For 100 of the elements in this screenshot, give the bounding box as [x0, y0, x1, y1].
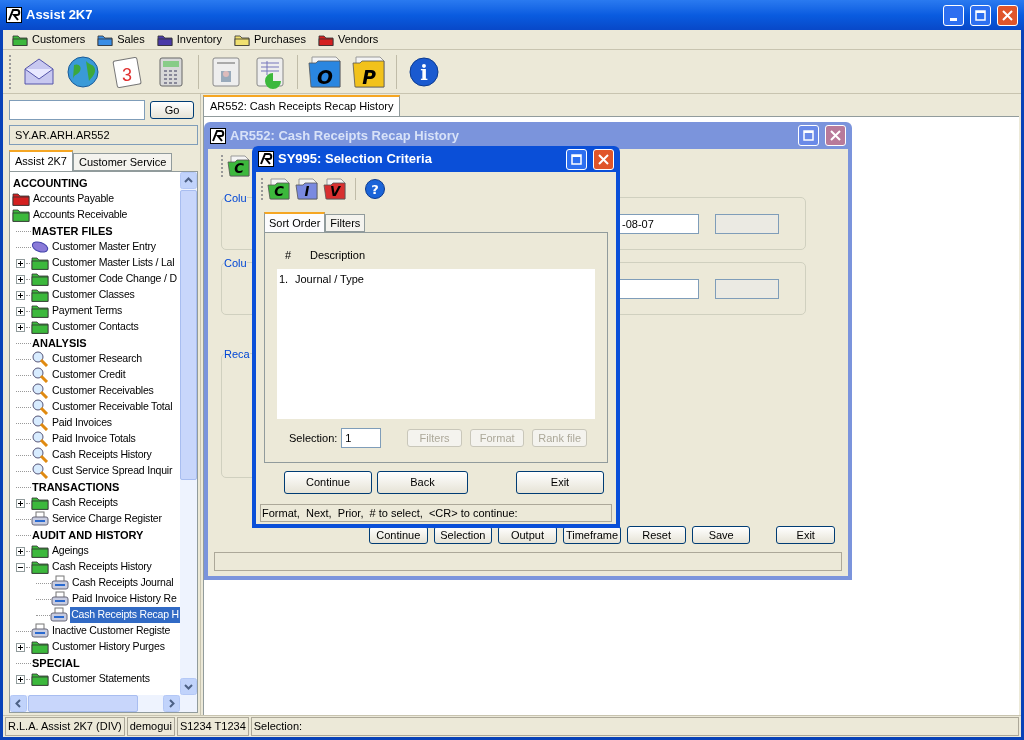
menu-item[interactable]: Customers: [11, 31, 87, 48]
vertical-scrollbar[interactable]: [180, 172, 197, 695]
expand-toggle[interactable]: [16, 306, 25, 316]
maximize-icon: [803, 130, 814, 141]
expand-toggle[interactable]: [16, 674, 25, 684]
column-header: Description: [310, 247, 366, 263]
expand-toggle[interactable]: [16, 322, 25, 332]
printer-icon: [31, 511, 49, 527]
tree-item[interactable]: Cash Receipts: [51, 495, 119, 511]
dialog-button[interactable]: Back: [377, 471, 468, 494]
scroll-down-icon[interactable]: [180, 678, 197, 695]
dialog-tab[interactable]: Filters: [325, 214, 366, 232]
globe-icon[interactable]: [66, 54, 100, 89]
maximize-button[interactable]: [566, 148, 587, 170]
menu-item[interactable]: Inventory: [155, 31, 223, 48]
tree-item[interactable]: Ageings: [51, 543, 90, 559]
expand-toggle[interactable]: [16, 258, 25, 268]
info-icon[interactable]: i: [407, 54, 441, 89]
tree-item[interactable]: Accounts Receivable: [32, 207, 129, 223]
dialog-button[interactable]: Exit: [516, 471, 604, 494]
menu-item[interactable]: Vendors: [316, 31, 380, 48]
close-icon: [830, 130, 841, 141]
tree-item[interactable]: Customer Code Change / D: [51, 271, 178, 287]
status-cell: S1234 T1234: [176, 717, 249, 736]
tree-heading: ACCOUNTING: [12, 175, 89, 191]
tree-item[interactable]: Inactive Customer Registe: [51, 623, 172, 639]
maximize-button[interactable]: [970, 4, 991, 26]
minimize-button[interactable]: [943, 4, 964, 26]
tree-item[interactable]: Customer Receivable Total: [51, 399, 174, 415]
dialog-button[interactable]: Continue: [284, 471, 372, 494]
tree-item[interactable]: Paid Invoice Totals: [51, 431, 137, 447]
dialog-tab[interactable]: Sort Order: [264, 212, 326, 232]
status-cell: demogui: [126, 717, 175, 736]
expand-toggle[interactable]: [16, 642, 25, 652]
list-item[interactable]: Journal / Type: [295, 270, 364, 288]
menu-item[interactable]: Sales: [96, 31, 146, 48]
expand-toggle[interactable]: [16, 274, 25, 284]
letter-folder-icon[interactable]: C: [227, 154, 251, 178]
tree-item[interactable]: Accounts Payable: [32, 191, 115, 207]
tree-heading: SPECIAL: [31, 655, 81, 671]
tree-item[interactable]: Customer Contacts: [51, 319, 140, 335]
expand-toggle[interactable]: [16, 498, 25, 508]
tree-item[interactable]: Cash Receipts History: [51, 559, 153, 575]
tree-item[interactable]: Cash Receipts Recap H: [70, 607, 180, 623]
printer-icon: [50, 607, 69, 623]
tree-item[interactable]: Customer Master Entry: [51, 239, 157, 255]
close-icon: [598, 153, 609, 165]
maximize-button[interactable]: [798, 125, 819, 146]
expand-toggle[interactable]: [16, 290, 25, 300]
scroll-thumb[interactable]: [28, 695, 138, 712]
tree-item[interactable]: Paid Invoice History Re: [71, 591, 178, 607]
selection-field[interactable]: 1: [341, 428, 382, 448]
scroll-right-icon[interactable]: [163, 695, 180, 712]
tree-item[interactable]: Customer Receivables: [51, 383, 155, 399]
tree-item[interactable]: Customer Credit: [51, 367, 127, 383]
search-field[interactable]: [9, 100, 145, 120]
horizontal-scrollbar[interactable]: [10, 695, 197, 712]
tree-item[interactable]: Customer Statements: [51, 671, 151, 687]
tree-item[interactable]: Paid Invoices: [51, 415, 113, 431]
scroll-thumb[interactable]: [180, 190, 197, 480]
column-header: #: [285, 247, 293, 263]
go-button[interactable]: Go: [150, 101, 194, 119]
letter-folder-icon[interactable]: I: [295, 177, 319, 201]
menu-item[interactable]: Purchases: [232, 31, 307, 48]
date-field[interactable]: [619, 278, 699, 299]
letter-folder-icon[interactable]: O: [308, 54, 342, 89]
tree-item[interactable]: Cash Receipts History: [51, 447, 153, 463]
printer-icon: [51, 575, 69, 591]
scroll-up-icon[interactable]: [180, 172, 197, 189]
expand-toggle[interactable]: [16, 546, 25, 556]
close-button[interactable]: [997, 4, 1018, 26]
scroll-left-icon[interactable]: [10, 695, 27, 712]
tree-item[interactable]: Customer Master Lists / Lal: [51, 255, 176, 271]
tree-item[interactable]: Cash Receipts Journal: [71, 575, 175, 591]
magnifier-icon: [31, 447, 49, 463]
sidebar-tab[interactable]: Customer Service: [72, 153, 173, 171]
close-button[interactable]: [825, 125, 846, 146]
calendar-icon[interactable]: 3: [110, 54, 144, 89]
letter-folder-icon[interactable]: V: [323, 177, 347, 201]
tree-item[interactable]: Cust Service Spread Inquir: [51, 463, 174, 479]
action-button[interactable]: Save: [691, 526, 751, 544]
document-tab[interactable]: AR552: Cash Receipts Recap History: [203, 95, 401, 116]
date-field[interactable]: -08-07: [619, 213, 699, 234]
magnifier-icon: [31, 383, 49, 399]
close-button[interactable]: [593, 148, 614, 170]
letter-folder-icon[interactable]: P: [352, 54, 386, 89]
letter-folder-icon[interactable]: C: [267, 177, 291, 201]
tree-item[interactable]: Customer Research: [51, 351, 143, 367]
collapse-toggle[interactable]: [16, 562, 25, 572]
action-button[interactable]: Exit: [776, 526, 836, 544]
tree-item[interactable]: Customer History Purges: [51, 639, 166, 655]
path-field: SY.AR.ARH.AR552: [9, 125, 198, 145]
dialog-title: SY995: Selection Criteria: [278, 150, 433, 169]
action-button[interactable]: Reset: [627, 526, 686, 544]
tree-item[interactable]: Customer Classes: [51, 287, 136, 303]
tree-item[interactable]: Payment Terms: [51, 303, 124, 319]
help-icon[interactable]: ?: [364, 178, 386, 200]
tree-item[interactable]: Service Charge Register: [51, 511, 163, 527]
sidebar-tab[interactable]: Assist 2K7: [9, 150, 73, 171]
magnifier-icon: [31, 415, 49, 431]
